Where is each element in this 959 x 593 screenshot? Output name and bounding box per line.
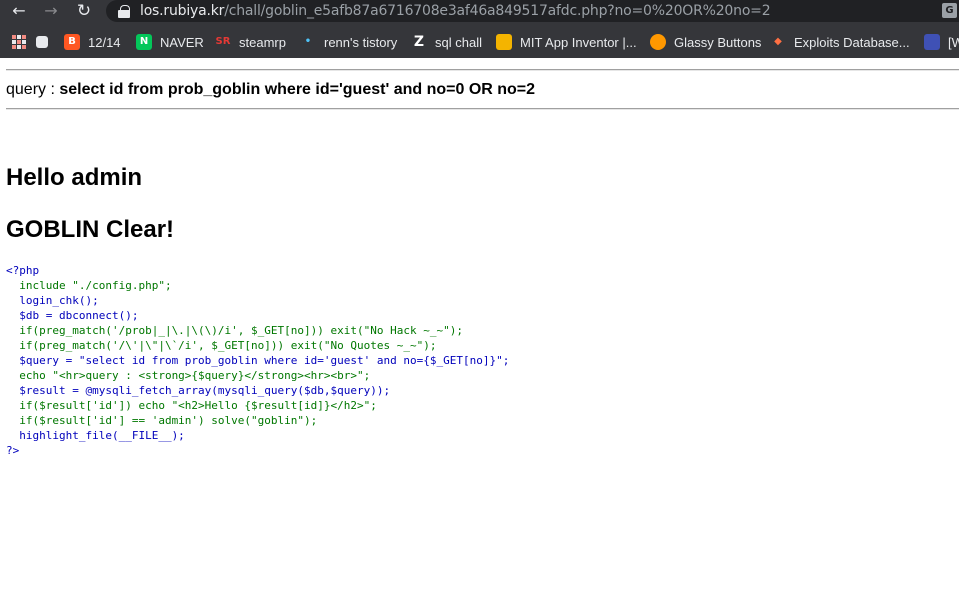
source-code: <?php include "./config.php"; login_chk(…: [6, 263, 509, 458]
blogger-icon: B: [64, 34, 80, 50]
naver-icon: N: [136, 34, 152, 50]
z-icon: Z: [413, 34, 425, 50]
page-icon: [36, 36, 48, 48]
bookmark-item[interactable]: SR steamrp: [215, 30, 286, 54]
page-content: query : select id from prob_goblin where…: [0, 58, 959, 593]
reload-icon: ↻: [76, 1, 92, 21]
code-line: login_chk();: [6, 294, 99, 307]
code-line: $query = "select id from prob_goblin whe…: [6, 354, 510, 367]
code-line: highlight_file(__FILE__);: [6, 429, 185, 442]
hello-heading: Hello admin: [6, 164, 143, 191]
code-line: if($result['id'] == 'admin') solve("gobl…: [6, 414, 318, 427]
apps-button[interactable]: [12, 30, 26, 54]
app-inventor-icon: [496, 34, 512, 50]
bookmarks-bar: B 12/14 N NAVER SR steamrp • renn's tistory …: [0, 30, 959, 54]
bookmark-item-partial[interactable]: [W: [924, 30, 959, 54]
code-line: ?>: [6, 444, 20, 457]
translate-icon[interactable]: G: [942, 3, 957, 18]
url-host: los.rubiya.kr: [140, 3, 225, 19]
code-line: $db = dbconnect();: [6, 309, 139, 322]
apps-grid-icon: [12, 35, 26, 49]
reload-button[interactable]: ↻: [74, 1, 94, 21]
code-line: echo "<hr>query : <strong>{$query}</stro…: [6, 369, 371, 382]
bookmark-item[interactable]: B 12/14: [64, 30, 121, 54]
code-line: $result = @mysqli_fetch_array(mysqli_que…: [6, 384, 391, 397]
bookmark-item[interactable]: • renn's tistory: [300, 30, 398, 54]
glassy-icon: [650, 34, 666, 50]
back-button[interactable]: ←: [9, 1, 29, 21]
divider: [6, 108, 959, 110]
url-text[interactable]: los.rubiya.kr/chall/goblin_e5afb87a67167…: [140, 2, 771, 20]
browser-chrome: ← → ↻ los.rubiya.kr/chall/goblin_e5afb87…: [0, 0, 959, 58]
bookmark-item[interactable]: ◆ Exploits Database...: [770, 30, 909, 54]
bookmark-item[interactable]: Zsql chall: [411, 30, 482, 54]
code-line: if(preg_match('/prob|_|\.|\(\)/i', $_GET…: [6, 324, 463, 337]
arrow-left-icon: ←: [12, 1, 26, 20]
browser-toolbar: ← → ↻ los.rubiya.kr/chall/goblin_e5afb87…: [0, 0, 959, 22]
address-bar[interactable]: los.rubiya.kr/chall/goblin_e5afb87a67167…: [106, 0, 959, 22]
tistory-icon: •: [304, 36, 312, 47]
bookmark-item[interactable]: MIT App Inventor |...: [496, 30, 637, 54]
url-path: /chall/goblin_e5afb87a6716708e3af46a8495…: [224, 3, 771, 19]
bookmark-icon: [924, 34, 940, 50]
divider: [6, 69, 959, 71]
bookmark-item[interactable]: N NAVER: [136, 30, 204, 54]
code-line: if(preg_match('/\'|\"|\`/i', $_GET[no]))…: [6, 339, 437, 352]
code-line: include "./config.php";: [6, 279, 172, 292]
query-sql: select id from prob_goblin where id='gue…: [59, 81, 536, 98]
forward-button[interactable]: →: [41, 1, 61, 21]
reading-list-button[interactable]: [36, 30, 48, 54]
arrow-right-icon: →: [44, 1, 58, 20]
query-label: query :: [6, 81, 60, 98]
query-line: query : select id from prob_goblin where…: [6, 81, 535, 99]
clear-heading: GOBLIN Clear!: [6, 216, 175, 243]
steamrp-icon: SR: [215, 36, 231, 47]
code-line: <?php: [6, 264, 40, 277]
bookmark-item[interactable]: Glassy Buttons: [650, 30, 761, 54]
code-line: if($result['id']) echo "<h2>Hello {$resu…: [6, 399, 377, 412]
exploit-db-icon: ◆: [774, 36, 782, 47]
